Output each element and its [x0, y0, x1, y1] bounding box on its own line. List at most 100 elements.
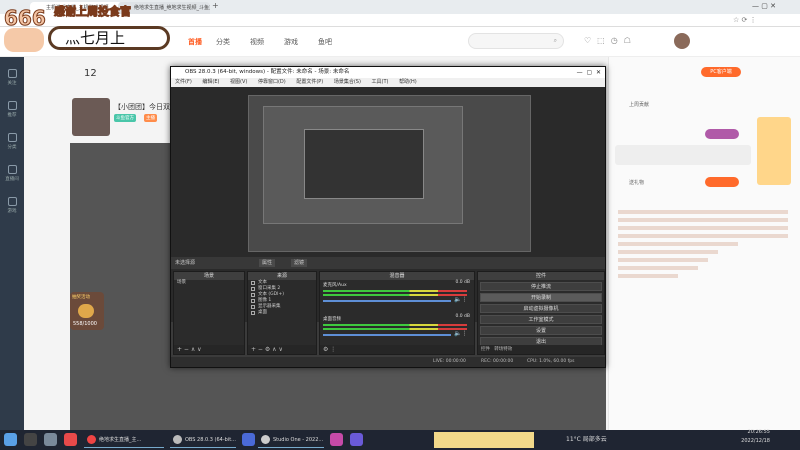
mixer-dock-title: 混音器 [320, 272, 474, 280]
clock-time[interactable]: 20:26:55 [726, 429, 770, 435]
obs-menu-file[interactable]: 文件(F) [175, 79, 192, 85]
clock-date[interactable]: 2022/12/18 [726, 438, 770, 444]
controls-dock-title: 控件 [478, 272, 604, 280]
anchor-card: 【小团团】今日双 斗鱼官方 主播 [72, 98, 172, 138]
overlay-logo-666: 666 [4, 6, 47, 31]
obs-window-controls[interactable]: — ▢ ✕ [577, 67, 601, 78]
taskbar-app-icon[interactable] [64, 433, 77, 446]
chat-line [618, 250, 718, 254]
new-tab-button[interactable]: + [212, 1, 219, 10]
volume-meter [323, 294, 467, 296]
steam-icon[interactable] [24, 433, 37, 446]
anchor-tag-2: 主播 [144, 114, 157, 122]
tab-transitions[interactable]: 转场特效 [494, 347, 512, 352]
rec-status: REC: 00:00:00 [481, 359, 514, 364]
overlay-hands-graphic [4, 28, 44, 52]
obs-menu-tools[interactable]: 工具(T) [372, 79, 389, 85]
chat-line [618, 234, 788, 238]
pc-client-button[interactable]: PC客户端 [701, 67, 741, 77]
user-avatar[interactable] [674, 33, 690, 49]
volume-meter [323, 290, 467, 292]
speaker-icon[interactable]: 🔈⋮ [454, 296, 467, 303]
rail-item-game[interactable]: 游戏 [3, 195, 21, 219]
taskbar-app-icon[interactable] [350, 433, 363, 446]
right-action-button[interactable] [705, 177, 739, 187]
source-item[interactable]: 桌面 [248, 310, 316, 316]
sources-dock-toolbar[interactable]: + − ⚙ ∧ ∨ [248, 345, 316, 354]
nav-category[interactable]: 分类 [216, 37, 230, 47]
rail-item-room[interactable]: 直播间 [3, 163, 21, 187]
filters-button[interactable]: 滤镜 [291, 259, 308, 267]
start-icon[interactable] [4, 433, 17, 446]
chat-line [618, 258, 708, 262]
chat-line [618, 242, 738, 246]
tab-controls[interactable]: 控件 [481, 347, 490, 352]
chat-line [618, 226, 788, 230]
scenes-dock-toolbar[interactable]: + − ∧ ∨ [174, 345, 244, 354]
search-input[interactable]: ⌕ [468, 33, 564, 49]
overlay-banner: 感谢上周投食官 [54, 5, 132, 19]
nav-video[interactable]: 视频 [250, 37, 264, 47]
obs-menu-view[interactable]: 视图(V) [230, 79, 247, 85]
anchor-avatar[interactable] [72, 98, 110, 136]
search-icon[interactable]: ⌕ [554, 34, 557, 48]
gift-button[interactable] [705, 129, 739, 139]
chat-line [618, 210, 788, 214]
nav-yuba[interactable]: 鱼吧 [318, 37, 332, 47]
obs-status-bar: LIVE: 00:00:00 REC: 00:00:00 CPU: 1.0%, … [171, 357, 605, 367]
volume-slider[interactable] [323, 300, 451, 302]
taskbar-browser[interactable]: 绝地求生直播_主... [84, 432, 164, 448]
anchor-name: 【小团团】今日双 [114, 103, 170, 111]
header-icons[interactable]: ♡⬚◷☖ [584, 36, 637, 45]
chat-line [618, 266, 698, 270]
volume-slider[interactable] [323, 334, 451, 336]
rail-item-recommend[interactable]: 推荐 [3, 99, 21, 123]
anchor-tag-1: 斗鱼官方 [114, 114, 136, 122]
ad-banner[interactable] [757, 117, 791, 185]
event-card[interactable] [615, 145, 751, 165]
studio-mode-button[interactable]: 工作室模式 [480, 315, 602, 324]
preview-recursive-capture [248, 95, 531, 252]
rail-item-follow[interactable]: 关注 [3, 67, 21, 91]
settings-button[interactable]: 设置 [480, 326, 602, 335]
mixer-channel-db: 0.0 dB [455, 314, 470, 319]
left-sidebar: 关注 推荐 分类 直播间 游戏 [0, 57, 24, 430]
scene-item[interactable]: 场景 [174, 280, 244, 286]
weather[interactable]: 11°C 局部多云 [566, 434, 607, 443]
stop-streaming-button[interactable]: 停止推流 [480, 282, 602, 291]
rank-label: 上周贡献 [629, 102, 650, 108]
nav-home[interactable]: 首播 [188, 37, 202, 47]
taskbar-app-icon[interactable] [44, 433, 57, 446]
start-virtual-camera-button[interactable]: 启动虚拟摄像机 [480, 304, 602, 313]
speaker-icon[interactable]: 🔈⋮ [454, 330, 467, 337]
properties-button[interactable]: 属性 [259, 259, 276, 267]
start-recording-button[interactable]: 开始录制 [480, 293, 602, 302]
taskbar-studio-one[interactable]: Studio One - 2022... [258, 432, 324, 448]
user-count: 12 [84, 68, 97, 79]
mixer-dock-toolbar[interactable]: ⚙ ⋮ [320, 345, 474, 354]
nav-game[interactable]: 游戏 [284, 37, 298, 47]
obs-menu-edit[interactable]: 编辑(E) [202, 79, 219, 85]
taskbar-app-icon[interactable] [330, 433, 343, 446]
rail-item-category[interactable]: 分类 [3, 131, 21, 155]
obs-title-text: OBS 28.0.3 (64-bit, windows) - 配置文件: 未命名… [185, 69, 350, 75]
cpu-status: CPU: 1.0%, 60.00 fps [527, 359, 575, 364]
obs-window: OBS 28.0.3 (64-bit, windows) - 配置文件: 未命名… [170, 66, 606, 368]
obs-menu-profile[interactable]: 配置文件(P) [296, 79, 323, 85]
obs-menu-scene-collection[interactable]: 场景集合(S) [334, 79, 361, 85]
no-source-label: 未选择源 [175, 260, 196, 266]
chat-line [618, 218, 788, 222]
taskbar-obs[interactable]: OBS 28.0.3 (64-bit... [170, 432, 236, 448]
mixer-dock: 混音器 麦克风/Aux 0.0 dB 🔈⋮ 桌面音频 0.0 dB 🔈⋮ ⚙ ⋮ [319, 271, 475, 355]
volume-meter [323, 328, 467, 330]
obs-source-toolbar: 未选择源 属性 滤镜 [171, 257, 605, 269]
promo-badge[interactable]: 抽奖活动 558/1000 [70, 292, 104, 330]
scenes-dock: 场景 场景 + − ∧ ∨ [173, 271, 245, 355]
taskbar-app-icon[interactable] [242, 433, 255, 446]
obs-menu-help[interactable]: 帮助(H) [399, 79, 417, 85]
window-controls[interactable]: — ▢ ✕ [752, 2, 776, 10]
obs-menu-docks[interactable]: 停靠窗口(D) [258, 79, 286, 85]
browser-toolbar-icons[interactable]: ☆ ⟳ ⋮ [733, 16, 757, 24]
nested-preview [263, 106, 463, 224]
nested-preview-inner [304, 129, 424, 199]
